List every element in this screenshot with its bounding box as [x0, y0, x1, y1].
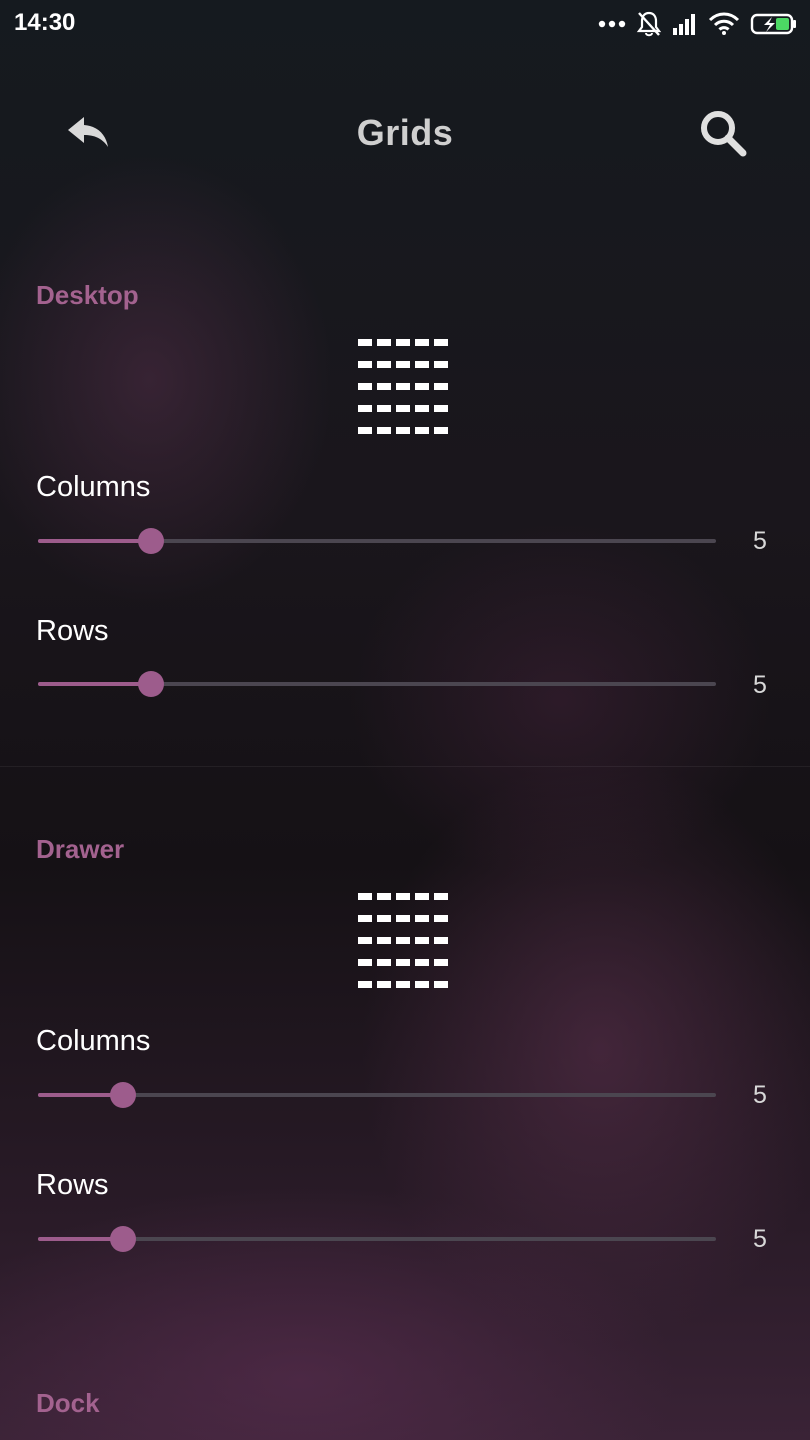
- grid-preview-cell: [415, 937, 429, 944]
- more-dots-icon: [598, 19, 626, 29]
- grid-preview-row: [358, 981, 452, 988]
- grid-preview-cell: [358, 893, 372, 900]
- grid-preview-row: [358, 893, 452, 900]
- grid-preview-cell: [358, 405, 372, 412]
- grid-preview-cell: [396, 893, 410, 900]
- grid-preview-row: [358, 405, 452, 412]
- grid-preview-cell: [358, 959, 372, 966]
- grid-preview-cell: [415, 893, 429, 900]
- grid-preview-cell: [396, 981, 410, 988]
- grid-preview-row: [358, 361, 452, 368]
- desktop-rows-label: Rows: [36, 615, 109, 647]
- grid-preview-cell: [358, 383, 372, 390]
- grid-preview-row: [358, 339, 452, 346]
- grid-preview-cell: [396, 361, 410, 368]
- section-heading-drawer: Drawer: [36, 834, 125, 864]
- grid-preview-cell: [415, 981, 429, 988]
- grid-preview-cell: [358, 981, 372, 988]
- grid-preview-cell: [434, 383, 448, 390]
- grid-preview-cell: [396, 959, 410, 966]
- page-title: Grids: [356, 112, 454, 153]
- slider-thumb[interactable]: [109, 1082, 136, 1108]
- grid-preview-cell: [358, 937, 372, 944]
- desktop-grid-preview-icon: [358, 339, 452, 434]
- grid-preview-cell: [377, 981, 391, 988]
- status-icons: [598, 8, 798, 40]
- grid-preview-cell: [396, 937, 410, 944]
- grid-preview-cell: [377, 937, 391, 944]
- grid-preview-cell: [377, 893, 391, 900]
- grid-preview-cell: [396, 915, 410, 922]
- search-button[interactable]: [690, 102, 756, 168]
- desktop-columns-value: 5: [753, 527, 767, 555]
- status-time: 14:30: [14, 9, 76, 36]
- grid-preview-cell: [415, 383, 429, 390]
- grid-preview-cell: [396, 383, 410, 390]
- notifications-off-icon: [636, 10, 662, 38]
- section-heading-dock: Dock: [36, 1388, 100, 1418]
- grid-preview-cell: [434, 339, 448, 346]
- search-icon: [698, 108, 748, 163]
- slider-track: [38, 1093, 716, 1097]
- grid-preview-cell: [415, 339, 429, 346]
- drawer-rows-label: Rows: [36, 1169, 109, 1201]
- drawer-rows-slider[interactable]: [38, 1224, 716, 1254]
- desktop-rows-value: 5: [753, 671, 767, 699]
- grid-preview-cell: [377, 405, 391, 412]
- slider-fill: [38, 682, 152, 686]
- grid-preview-cell: [434, 937, 448, 944]
- grid-preview-cell: [434, 893, 448, 900]
- section-divider: [0, 766, 810, 767]
- grid-preview-cell: [415, 959, 429, 966]
- drawer-columns-slider[interactable]: [38, 1080, 716, 1110]
- grid-preview-cell: [434, 405, 448, 412]
- drawer-rows-value: 5: [753, 1225, 767, 1253]
- slider-thumb[interactable]: [138, 671, 165, 697]
- slider-track: [38, 1237, 716, 1241]
- wifi-icon: [708, 12, 740, 36]
- grid-preview-cell: [396, 405, 410, 412]
- desktop-rows-slider[interactable]: [38, 669, 716, 699]
- drawer-grid-preview-icon: [358, 893, 452, 988]
- grid-preview-row: [358, 915, 452, 922]
- drawer-columns-label: Columns: [36, 1025, 151, 1057]
- desktop-columns-label: Columns: [36, 471, 151, 503]
- app-header: Grids: [0, 88, 810, 178]
- grid-preview-cell: [377, 427, 391, 434]
- grid-preview-cell: [358, 361, 372, 368]
- slider-fill: [38, 539, 152, 543]
- grid-preview-cell: [434, 427, 448, 434]
- grid-preview-row: [358, 937, 452, 944]
- grid-preview-cell: [434, 959, 448, 966]
- battery-charging-icon: [750, 12, 798, 36]
- grid-preview-cell: [434, 981, 448, 988]
- section-heading-desktop: Desktop: [36, 280, 139, 310]
- grid-preview-row: [358, 427, 452, 434]
- status-bar: 14:30: [0, 0, 810, 48]
- grid-preview-cell: [396, 427, 410, 434]
- desktop-columns-slider[interactable]: [38, 526, 716, 556]
- grid-preview-cell: [377, 915, 391, 922]
- grid-preview-cell: [358, 915, 372, 922]
- slider-thumb[interactable]: [109, 1226, 136, 1252]
- grid-preview-cell: [358, 339, 372, 346]
- grid-preview-cell: [377, 339, 391, 346]
- grid-preview-cell: [377, 383, 391, 390]
- grid-preview-cell: [434, 361, 448, 368]
- grid-preview-row: [358, 959, 452, 966]
- grid-preview-row: [358, 383, 452, 390]
- grid-preview-cell: [415, 915, 429, 922]
- grid-preview-cell: [377, 361, 391, 368]
- grid-preview-cell: [358, 427, 372, 434]
- grid-preview-cell: [415, 405, 429, 412]
- signal-icon: [672, 12, 698, 36]
- grid-preview-cell: [415, 427, 429, 434]
- grid-preview-cell: [377, 959, 391, 966]
- grid-preview-cell: [396, 339, 410, 346]
- slider-thumb[interactable]: [138, 528, 165, 554]
- drawer-columns-value: 5: [753, 1081, 767, 1109]
- grid-preview-cell: [434, 915, 448, 922]
- grid-preview-cell: [415, 361, 429, 368]
